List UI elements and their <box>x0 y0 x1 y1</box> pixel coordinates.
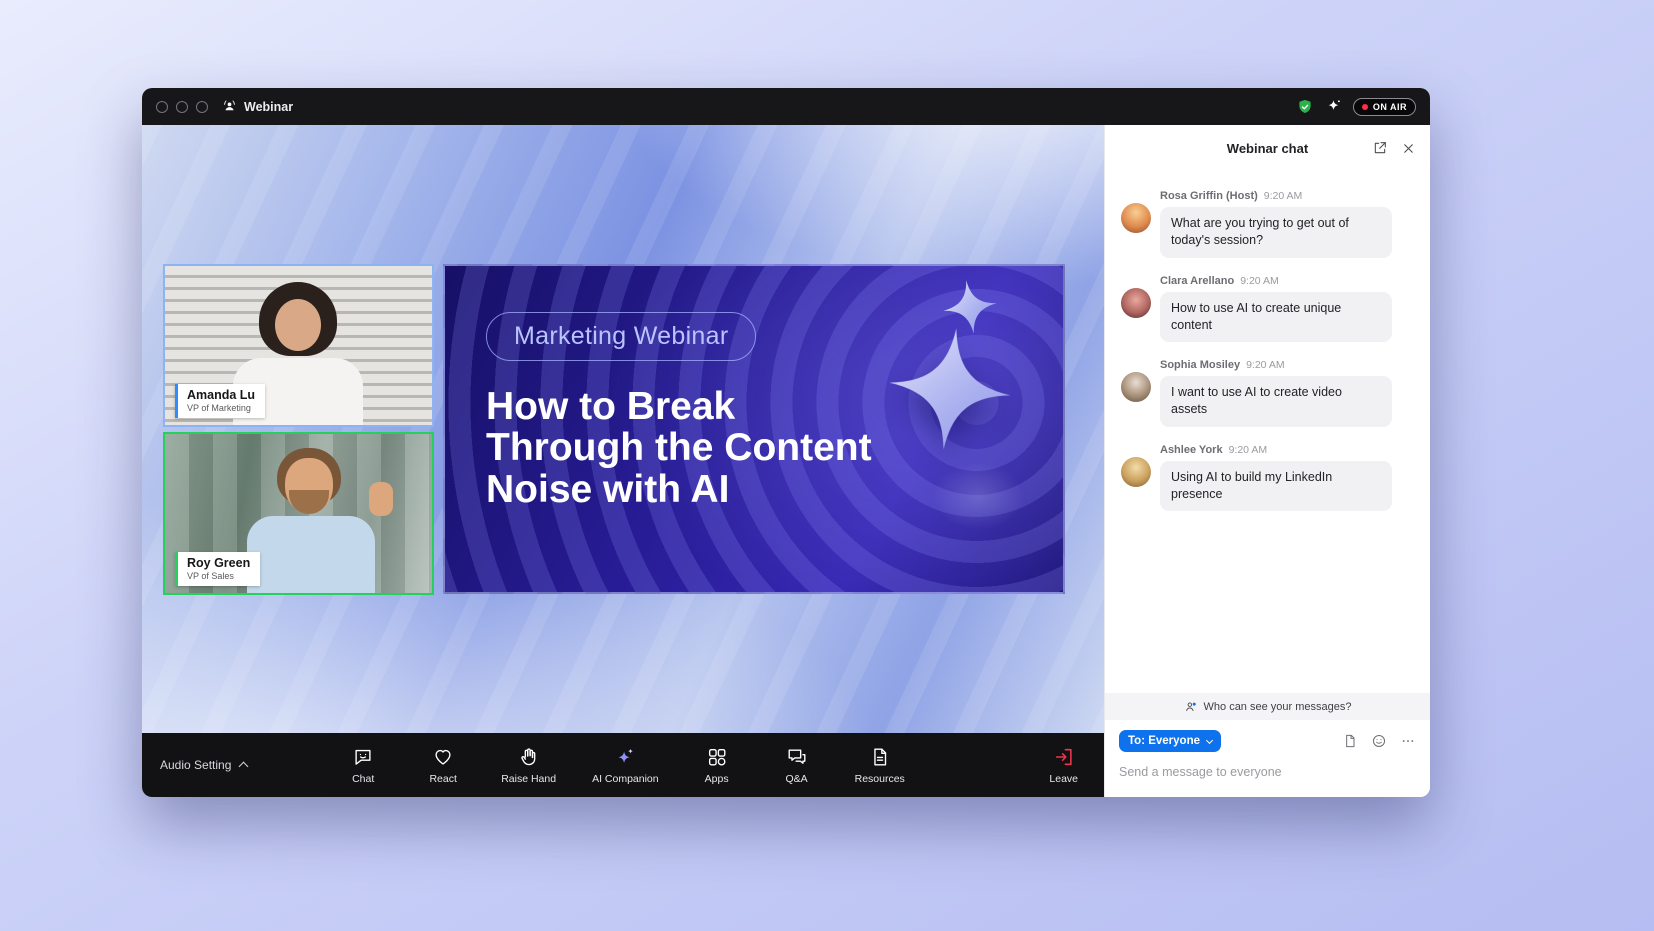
slide-star-large-icon <box>883 322 1017 456</box>
meeting-toolbar: Audio Setting Chat React <box>142 733 1104 797</box>
message-time: 9:20 AM <box>1264 190 1303 202</box>
qa-icon <box>786 746 808 768</box>
window-zoom-button[interactable] <box>196 101 208 113</box>
chat-icon <box>352 746 374 768</box>
chat-message: Rosa Griffin (Host) 9:20 AM What are you … <box>1121 190 1414 258</box>
ai-sparkle-icon[interactable] <box>1325 98 1342 115</box>
encryption-shield-icon[interactable] <box>1296 98 1314 116</box>
window-title: Webinar <box>244 100 293 114</box>
message-author: Sophia Mosiley <box>1160 359 1240 371</box>
avatar <box>1121 457 1151 487</box>
pop-out-icon[interactable] <box>1372 140 1388 156</box>
audio-setting-button[interactable]: Audio Setting <box>160 758 247 772</box>
chat-header: Webinar chat <box>1105 125 1430 171</box>
speaker-title: VP of Sales <box>187 571 250 581</box>
webinar-window: Webinar ON AIR <box>142 88 1430 797</box>
webinar-icon <box>222 99 237 114</box>
message-bubble: What are you trying to get out of today'… <box>1160 207 1392 258</box>
chat-message: Clara Arellano 9:20 AM How to use AI to c… <box>1121 275 1414 343</box>
stage: Amanda Lu VP of Marketing Roy Green VP o… <box>142 125 1104 797</box>
window-minimize-button[interactable] <box>176 101 188 113</box>
slide-heading: How to Break Through the Content Noise w… <box>486 386 872 510</box>
chat-panel-title: Webinar chat <box>1227 141 1308 156</box>
raise-hand-button[interactable]: Raise Hand <box>501 746 556 785</box>
name-tag-roy: Roy Green VP of Sales <box>175 552 260 586</box>
app-title: Webinar <box>222 99 293 114</box>
message-author: Clara Arellano <box>1160 275 1234 287</box>
person-visibility-icon <box>1184 700 1198 714</box>
message-bubble: Using AI to build my LinkedIn presence <box>1160 461 1392 512</box>
attach-file-icon[interactable] <box>1342 733 1358 749</box>
slide-glow-decoration <box>913 448 1043 544</box>
chat-message: Ashlee York 9:20 AM Using AI to build my … <box>1121 444 1414 512</box>
on-air-dot-icon <box>1362 104 1368 110</box>
message-author: Rosa Griffin (Host) <box>1160 190 1258 202</box>
privacy-note-label: Who can see your messages? <box>1204 701 1352 713</box>
message-bubble: How to use AI to create unique content <box>1160 292 1392 343</box>
qa-button[interactable]: Q&A <box>775 746 819 785</box>
avatar <box>1121 288 1151 318</box>
audio-setting-label: Audio Setting <box>160 758 231 772</box>
leave-button[interactable]: Leave <box>1049 746 1078 785</box>
apps-button[interactable]: Apps <box>695 746 739 785</box>
resources-icon <box>869 746 891 768</box>
presentation-slide: Marketing Webinar How to Break Through t… <box>443 264 1065 594</box>
webinar-chat-panel: Webinar chat Rosa Griffin (Host) 9:20 AM … <box>1104 125 1430 797</box>
speaker-title: VP of Marketing <box>187 403 255 413</box>
message-bubble: I want to use AI to create video assets <box>1160 376 1392 427</box>
react-button[interactable]: React <box>421 746 465 785</box>
speaker-name: Roy Green <box>187 556 250 570</box>
chevron-up-icon <box>239 762 249 772</box>
speaker-tile-amanda[interactable]: Amanda Lu VP of Marketing <box>163 264 434 427</box>
chevron-down-icon <box>1206 736 1213 743</box>
close-icon[interactable] <box>1401 141 1416 156</box>
raise-hand-icon <box>518 746 540 768</box>
avatar <box>1121 203 1151 233</box>
speaker-tile-roy[interactable]: Roy Green VP of Sales <box>163 432 434 595</box>
more-options-icon[interactable] <box>1400 733 1416 749</box>
window-controls <box>156 101 208 113</box>
window-close-button[interactable] <box>156 101 168 113</box>
avatar <box>1121 372 1151 402</box>
ai-companion-button[interactable]: AI Companion <box>592 746 659 785</box>
apps-icon <box>706 746 728 768</box>
message-time: 9:20 AM <box>1240 275 1279 287</box>
on-air-label: ON AIR <box>1373 102 1407 112</box>
leave-icon <box>1053 746 1075 768</box>
name-tag-amanda: Amanda Lu VP of Marketing <box>175 384 265 418</box>
heart-icon <box>432 746 454 768</box>
message-time: 9:20 AM <box>1229 444 1268 456</box>
chat-button[interactable]: Chat <box>341 746 385 785</box>
message-input[interactable]: Send a message to everyone <box>1119 765 1416 779</box>
video-area: Amanda Lu VP of Marketing Roy Green VP o… <box>142 125 1104 733</box>
slide-star-small-icon <box>940 277 1001 338</box>
message-author: Ashlee York <box>1160 444 1223 456</box>
chat-message-list[interactable]: Rosa Griffin (Host) 9:20 AM What are you … <box>1105 171 1430 693</box>
on-air-badge: ON AIR <box>1353 98 1416 116</box>
slide-badge: Marketing Webinar <box>486 312 756 361</box>
resources-button[interactable]: Resources <box>855 746 905 785</box>
emoji-icon[interactable] <box>1371 733 1387 749</box>
to-everyone-selector[interactable]: To: Everyone <box>1119 730 1221 752</box>
chat-message: Sophia Mosiley 9:20 AM I want to use AI t… <box>1121 359 1414 427</box>
chat-composer: To: Everyone S <box>1105 720 1430 797</box>
speaker-name: Amanda Lu <box>187 388 255 402</box>
ai-companion-icon <box>614 746 636 768</box>
title-bar: Webinar ON AIR <box>142 88 1430 125</box>
message-time: 9:20 AM <box>1246 359 1285 371</box>
message-visibility-info[interactable]: Who can see your messages? <box>1105 693 1430 720</box>
